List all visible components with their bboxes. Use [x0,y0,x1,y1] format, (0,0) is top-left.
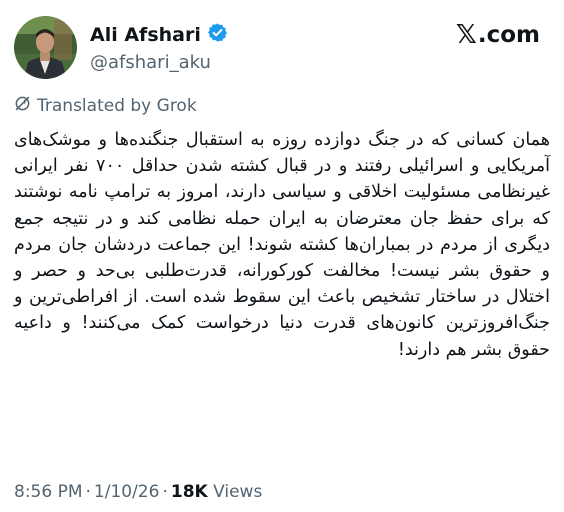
name-block: Ali Afshari @afshari_aku [90,22,228,73]
brand-domain: .com [477,22,540,48]
views-label: Views [213,482,263,502]
tweet-card: Ali Afshari @afshari_aku 𝕏 .com Translat… [0,0,564,512]
tweet-text: همان کسانی که در جنگ دوازده روزه به استق… [14,130,550,360]
verified-badge-icon [207,22,228,47]
views-count[interactable]: 18K [171,482,208,502]
grok-icon [14,95,31,117]
avatar-image [14,16,77,79]
x-com-logo: 𝕏 .com [456,20,540,50]
x-logo-icon: 𝕏 [455,20,477,50]
display-name[interactable]: Ali Afshari [90,24,201,46]
tweet-header: Ali Afshari @afshari_aku 𝕏 .com [14,14,550,84]
tweet-meta: 8:56 PM · 1/10/26 · 18K Views [14,482,262,502]
translated-by-grok[interactable]: Translated by Grok [14,95,197,117]
meta-separator: · [162,482,168,502]
user-handle[interactable]: @afshari_aku [90,52,228,73]
avatar[interactable] [14,16,77,79]
tweet-time[interactable]: 8:56 PM [14,482,83,502]
translated-label: Translated by Grok [37,96,197,116]
meta-separator: · [85,482,91,502]
tweet-date[interactable]: 1/10/26 [94,482,160,502]
